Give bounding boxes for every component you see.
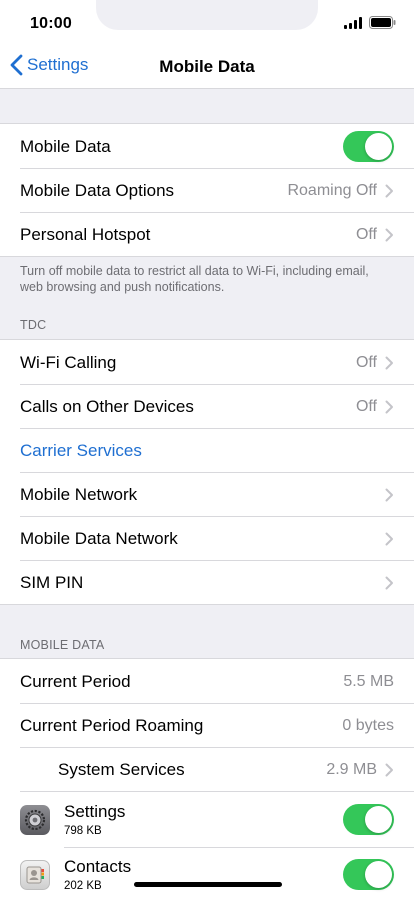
- calls-other-devices-value: Off: [355, 397, 377, 415]
- current-period-row: Current Period 5.5 MB: [0, 659, 414, 703]
- mobile-data-toggle[interactable]: [343, 131, 394, 162]
- sim-pin-label: SIM PIN: [20, 572, 84, 592]
- wifi-calling-label: Wi-Fi Calling: [20, 352, 117, 372]
- contacts-book-icon: [20, 859, 50, 890]
- carrier-group: Wi-Fi Calling Off Calls on Other Devices…: [0, 339, 414, 605]
- app-data-size: 798 KB: [64, 825, 102, 837]
- chevron-right-icon: [385, 356, 393, 369]
- chevron-right-icon: [385, 576, 393, 589]
- mobile-data-options-row[interactable]: Mobile Data Options Roaming Off: [0, 168, 414, 212]
- system-services-row[interactable]: System Services 2.9 MB: [0, 747, 414, 791]
- calls-other-devices-row[interactable]: Calls on Other Devices Off: [0, 384, 414, 428]
- battery-icon: [369, 16, 396, 29]
- mobile-data-row: Mobile Data: [0, 124, 414, 168]
- app-name: Settings: [64, 802, 126, 821]
- chevron-right-icon: [385, 532, 393, 545]
- chevron-right-icon: [385, 488, 393, 501]
- toggle-knob: [365, 133, 392, 160]
- system-services-label: System Services: [58, 759, 185, 779]
- settings-app-toggle[interactable]: [343, 804, 394, 835]
- mobile-data-network-row[interactable]: Mobile Data Network: [0, 516, 414, 560]
- contacts-app-toggle[interactable]: [343, 859, 394, 890]
- status-icons: [344, 16, 396, 29]
- chevron-right-icon: [385, 184, 393, 197]
- usage-section-header: MOBILE DATA: [20, 638, 105, 652]
- chevron-right-icon: [385, 228, 393, 241]
- page-title: Mobile Data: [159, 57, 255, 76]
- toggle-knob: [365, 806, 392, 833]
- navigation-bar: Settings Mobile Data: [0, 48, 414, 89]
- chevron-right-icon: [385, 400, 393, 413]
- home-indicator[interactable]: [134, 882, 282, 887]
- personal-hotspot-value: Off: [355, 225, 377, 243]
- mobile-network-label: Mobile Network: [20, 484, 138, 504]
- current-period-label: Current Period: [20, 671, 131, 691]
- status-time: 10:00: [30, 15, 72, 32]
- device-notch: [96, 0, 318, 30]
- mobile-data-label: Mobile Data: [20, 136, 111, 156]
- current-period-roaming-value: 0 bytes: [342, 716, 394, 734]
- mobile-network-row[interactable]: Mobile Network: [0, 472, 414, 516]
- current-period-roaming-row: Current Period Roaming 0 bytes: [0, 703, 414, 747]
- usage-group: Current Period 5.5 MB Current Period Roa…: [0, 658, 414, 902]
- carrier-section-header: TDC: [20, 318, 47, 332]
- app-usage-row: Contacts 202 KB: [0, 847, 414, 902]
- mobile-data-footnote: Turn off mobile data to restrict all dat…: [20, 264, 369, 294]
- current-period-roaming-label: Current Period Roaming: [20, 715, 204, 735]
- settings-gear-icon: [20, 804, 50, 835]
- mobile-data-group: Mobile Data Mobile Data Options Roaming …: [0, 123, 414, 257]
- mobile-data-options-label: Mobile Data Options: [20, 180, 175, 200]
- sim-pin-row[interactable]: SIM PIN: [0, 560, 414, 604]
- personal-hotspot-label: Personal Hotspot: [20, 224, 151, 244]
- mobile-data-network-label: Mobile Data Network: [20, 528, 178, 548]
- app-name: Contacts: [64, 857, 132, 876]
- wifi-calling-row[interactable]: Wi-Fi Calling Off: [0, 340, 414, 384]
- status-bar: 10:00: [0, 0, 414, 48]
- carrier-services-link[interactable]: Carrier Services: [0, 428, 414, 472]
- wifi-calling-value: Off: [355, 353, 377, 371]
- app-usage-row: Settings 798 KB: [0, 792, 414, 847]
- signal-icon: [344, 16, 362, 29]
- chevron-right-icon: [385, 763, 393, 776]
- personal-hotspot-row[interactable]: Personal Hotspot Off: [0, 212, 414, 256]
- carrier-services-label: Carrier Services: [20, 440, 142, 460]
- mobile-data-options-value: Roaming Off: [287, 181, 377, 199]
- toggle-knob: [365, 861, 392, 888]
- calls-other-devices-label: Calls on Other Devices: [20, 396, 194, 416]
- current-period-value: 5.5 MB: [343, 672, 394, 690]
- system-services-value: 2.9 MB: [326, 760, 377, 778]
